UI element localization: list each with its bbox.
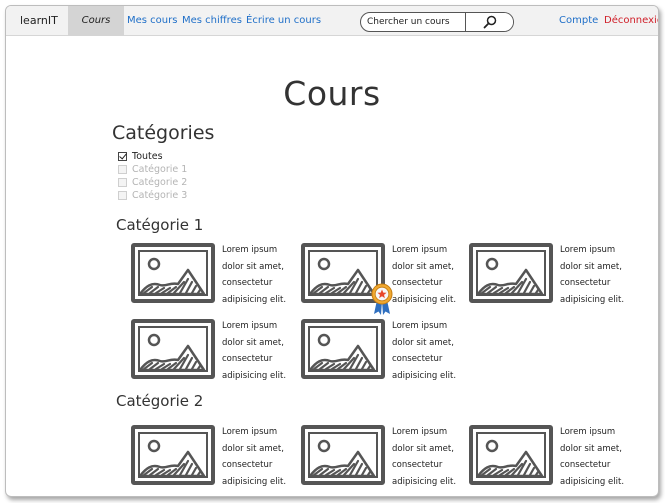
logout-link[interactable]: Déconnexion xyxy=(604,6,658,36)
course-summary: Lorem ipsum dolor sit amet, consectetur adi… xyxy=(222,427,287,487)
course-card[interactable]: Lorem ipsum dolor sit amet, consectetur adi… xyxy=(468,424,638,492)
filter-categorie-3[interactable]: Catégorie 3 xyxy=(118,189,187,202)
nav-item-compte[interactable]: Compte xyxy=(559,6,598,36)
course-summary: Lorem ipsum dolor sit amet, consectetur adi… xyxy=(560,245,625,305)
brand-logo[interactable]: learnIT xyxy=(20,6,58,36)
course-card[interactable]: Lorem ipsum dolor sit amet, consectetur adi… xyxy=(130,242,300,310)
image-placeholder-icon xyxy=(469,425,553,485)
page-title: Cours xyxy=(283,74,381,113)
award-ribbon-icon xyxy=(371,283,393,315)
checkbox-unchecked[interactable] xyxy=(118,165,127,174)
nav-item-cours[interactable]: Cours xyxy=(68,6,124,36)
magnifier-icon xyxy=(483,15,496,29)
course-summary: Lorem ipsum dolor sit amet, consectetur adi… xyxy=(392,321,457,381)
search-input[interactable] xyxy=(361,13,465,31)
image-placeholder-icon xyxy=(469,243,553,303)
course-card[interactable]: Lorem ipsum dolor sit amet, consectetur adi… xyxy=(130,318,300,386)
filter-toutes[interactable]: Toutes xyxy=(118,150,187,163)
nav-item-mes-cours[interactable]: Mes cours xyxy=(127,6,177,36)
checkbox-checked[interactable] xyxy=(118,152,127,161)
category-filter-list: Toutes Catégorie 1 Catégorie 2 Catégorie… xyxy=(118,150,187,202)
course-card[interactable]: Lorem ipsum dolor sit amet, consectetur adi… xyxy=(468,242,638,310)
filter-label: Catégorie 2 xyxy=(132,177,188,188)
image-placeholder-icon xyxy=(131,425,215,485)
nav-item-ecrire-un-cours[interactable]: Écrire un cours xyxy=(246,6,321,36)
nav-item-mes-chiffres[interactable]: Mes chiffres xyxy=(182,6,242,36)
search-button[interactable] xyxy=(465,13,513,31)
course-summary: Lorem ipsum dolor sit amet, consectetur adi… xyxy=(222,245,287,305)
categories-heading: Catégories xyxy=(112,122,215,144)
course-card[interactable]: Lorem ipsum dolor sit amet, consectetur adi… xyxy=(300,424,470,492)
image-placeholder-icon xyxy=(301,425,385,485)
filter-label: Catégorie 3 xyxy=(132,190,188,201)
checkbox-unchecked[interactable] xyxy=(118,178,127,187)
filter-categorie-1[interactable]: Catégorie 1 xyxy=(118,163,187,176)
search-box xyxy=(360,12,514,32)
navbar: learnIT Cours Mes cours Mes chiffres Écr… xyxy=(6,6,658,36)
course-summary: Lorem ipsum dolor sit amet, consectetur adi… xyxy=(560,427,625,487)
filter-label: Catégorie 1 xyxy=(132,164,188,175)
course-summary: Lorem ipsum dolor sit amet, consectetur adi… xyxy=(392,245,457,305)
course-card[interactable]: Lorem ipsum dolor sit amet, consectetur adi… xyxy=(300,318,470,386)
filter-label: Toutes xyxy=(132,151,163,162)
image-placeholder-icon xyxy=(301,319,385,379)
course-card[interactable]: Lorem ipsum dolor sit amet, consectetur adi… xyxy=(130,424,300,492)
browser-window: learnIT Cours Mes cours Mes chiffres Écr… xyxy=(5,5,659,497)
image-placeholder-icon xyxy=(131,319,215,379)
course-summary: Lorem ipsum dolor sit amet, consectetur adi… xyxy=(392,427,457,487)
category-2-heading: Catégorie 2 xyxy=(116,392,204,410)
filter-categorie-2[interactable]: Catégorie 2 xyxy=(118,176,187,189)
image-placeholder-icon xyxy=(131,243,215,303)
checkbox-unchecked[interactable] xyxy=(118,191,127,200)
category-1-heading: Catégorie 1 xyxy=(116,216,204,234)
course-summary: Lorem ipsum dolor sit amet, consectetur adi… xyxy=(222,321,287,381)
